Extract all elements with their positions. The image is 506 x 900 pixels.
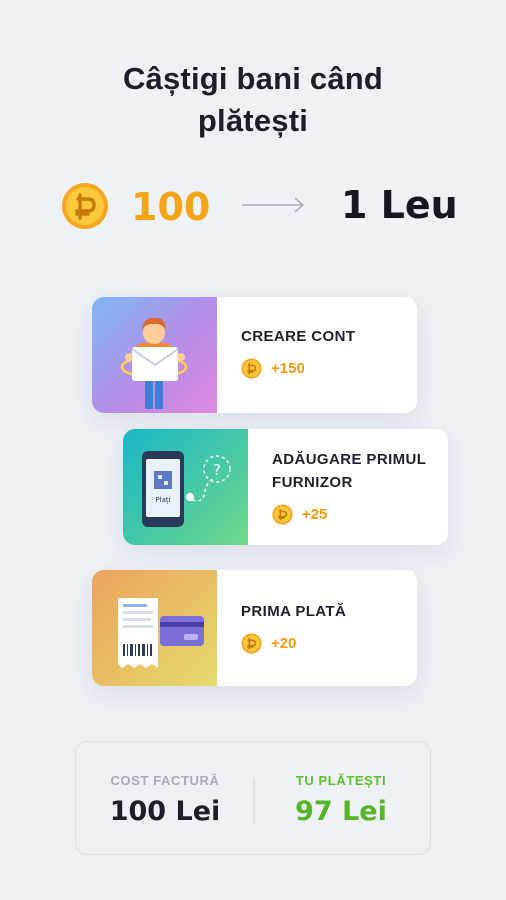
payment-summary: COST FACTURĂ 100 Lei TU PLĂTEȘTI 97 Lei	[75, 741, 431, 855]
task-points: +25	[302, 506, 328, 523]
page-title: Câștigi bani când plătești	[0, 58, 506, 142]
you-pay-value: 97 Lei	[295, 796, 387, 827]
task-label: ADĂUGARE PRIMUL FURNIZOR	[272, 448, 438, 494]
receipt-card-illustration	[92, 570, 217, 686]
task-label: PRIMA PLATĂ	[241, 603, 347, 620]
task-points: +150	[271, 360, 305, 377]
task-label: CREARE CONT	[241, 328, 356, 345]
points-amount: 100	[131, 185, 211, 229]
qr-caption: Plaţi	[155, 496, 170, 504]
exchange-rate: 100 1 Leu	[0, 180, 506, 232]
task-label-line2: FURNIZOR	[272, 474, 353, 491]
ruble-coin-icon	[62, 183, 108, 229]
bill-cost-label: COST FACTURĂ	[110, 773, 220, 788]
arrow-right-icon	[242, 197, 305, 213]
task-points: +20	[271, 635, 297, 652]
bill-cost-value: 100 Lei	[109, 796, 221, 827]
task-card-first-payment[interactable]: PRIMA PLATĂ +20	[92, 570, 417, 686]
you-pay: TU PLĂTEȘTI 97 Lei	[252, 742, 430, 827]
task-card-add-provider[interactable]: Plaţi ? ADĂUGARE PRIMUL FURNIZOR +25	[123, 429, 448, 545]
task-label-line1: ADĂUGARE PRIMUL	[272, 451, 427, 468]
page-title-line2: plătești	[197, 103, 309, 138]
ruble-coin-icon	[241, 358, 262, 379]
bill-cost: COST FACTURĂ 100 Lei	[76, 742, 254, 827]
task-card-create-account[interactable]: CREARE CONT +150	[92, 297, 417, 413]
phone-qr-illustration: Plaţi ?	[123, 429, 248, 545]
ruble-coin-icon	[241, 633, 262, 654]
money-amount: 1 Leu	[341, 183, 458, 227]
question-mark: ?	[213, 461, 221, 479]
ruble-coin-icon	[272, 504, 293, 525]
user-envelope-illustration	[92, 297, 217, 413]
you-pay-label: TU PLĂTEȘTI	[295, 773, 387, 788]
page-title-line1: Câștigi bani când	[122, 61, 384, 96]
